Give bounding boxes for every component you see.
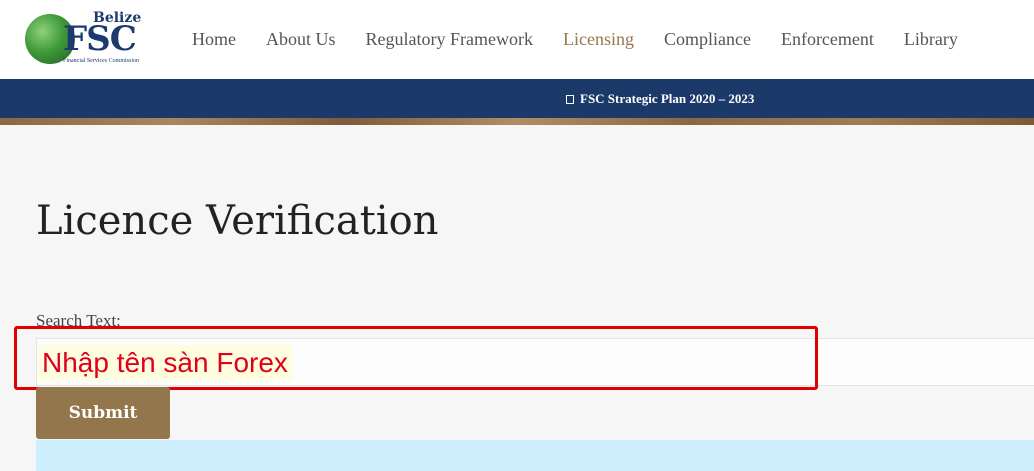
nav-item-regulatory-framework[interactable]: Regulatory Framework: [366, 29, 533, 50]
nav-item-licensing[interactable]: Licensing: [563, 29, 634, 50]
nav-item-enforcement[interactable]: Enforcement: [781, 29, 874, 50]
logo-full-name: Financial Services Commission: [63, 58, 139, 64]
site-header: Belize FSC Financial Services Commission…: [0, 0, 1034, 79]
strategic-plan-link[interactable]: FSC Strategic Plan 2020 – 2023: [566, 91, 754, 107]
strategic-plan-label: FSC Strategic Plan 2020 – 2023: [580, 91, 755, 106]
submit-button[interactable]: Submit: [36, 387, 170, 439]
document-icon: [566, 95, 574, 104]
logo-abbr: FSC: [63, 19, 137, 59]
main-nav: Home About Us Regulatory Framework Licen…: [192, 29, 988, 50]
nav-item-compliance[interactable]: Compliance: [664, 29, 751, 50]
nav-item-about-us[interactable]: About Us: [266, 29, 336, 50]
announcement-banner: FSC Strategic Plan 2020 – 2023: [0, 79, 1034, 118]
page-title: Licence Verification: [36, 198, 439, 244]
results-panel: [36, 440, 1034, 471]
nav-item-home[interactable]: Home: [192, 29, 236, 50]
fsc-logo[interactable]: Belize FSC Financial Services Commission: [25, 10, 147, 68]
wood-divider: [0, 118, 1034, 125]
nav-item-library[interactable]: Library: [904, 29, 958, 50]
annotation-highlight-box: [14, 326, 818, 390]
